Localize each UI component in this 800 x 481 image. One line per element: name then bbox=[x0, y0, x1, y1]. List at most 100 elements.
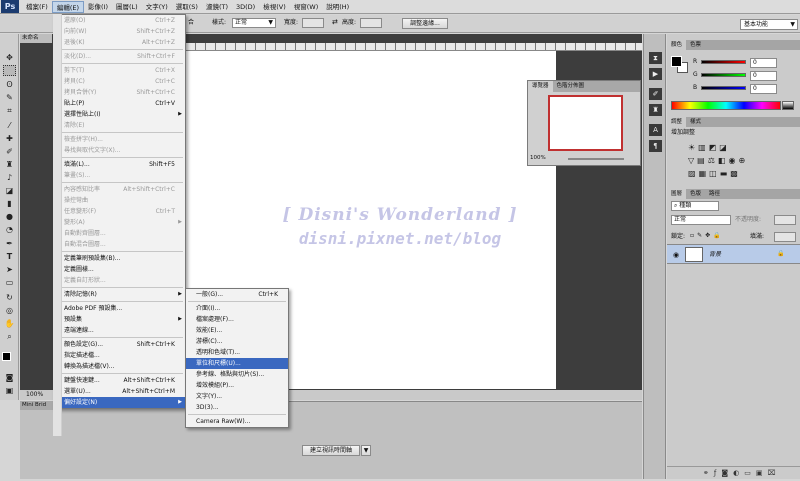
eye-icon[interactable]: ◉ bbox=[673, 251, 679, 259]
adjustment-layer-icon[interactable]: ◐ bbox=[733, 469, 744, 477]
menubar-item-0[interactable]: 檔案(F) bbox=[22, 1, 52, 13]
menubar-item-5[interactable]: 選取(S) bbox=[172, 1, 202, 13]
menu-item[interactable]: 單位和尺標(U)... bbox=[186, 358, 288, 369]
color-channel-slider[interactable] bbox=[701, 60, 746, 64]
chevron-down-icon[interactable]: ▼ bbox=[361, 445, 371, 456]
clone-stamp-tool-icon[interactable]: ♜ bbox=[3, 159, 16, 170]
mask-icon[interactable]: ◙ bbox=[721, 469, 733, 477]
create-video-timeline-button[interactable]: 建立視訊時間軸 bbox=[302, 445, 360, 456]
workspace-select[interactable]: 基本功能 ▼ bbox=[740, 19, 798, 30]
opacity-input[interactable] bbox=[774, 215, 796, 225]
color-channel-slider[interactable] bbox=[701, 86, 746, 90]
menu-item[interactable]: 選擇性貼上(I) ▶ bbox=[54, 109, 185, 120]
refine-edge-button[interactable]: 調整邊緣... bbox=[402, 18, 448, 29]
color-channel-value[interactable]: 0 bbox=[750, 58, 777, 68]
tab-styles[interactable]: 樣式 bbox=[686, 117, 705, 127]
style-select[interactable]: 正常 ▼ bbox=[232, 18, 276, 28]
photo-filter-icon[interactable]: ◉ bbox=[728, 156, 738, 165]
3d-rotate-tool-icon[interactable]: ↻ bbox=[3, 292, 16, 303]
folder-icon[interactable]: ▭ bbox=[744, 469, 756, 477]
color-foreground-swatch[interactable] bbox=[671, 56, 682, 67]
fill-input[interactable] bbox=[774, 232, 796, 242]
menu-item[interactable]: 清除記憶(R) ▶ bbox=[54, 289, 185, 300]
menubar-item-3[interactable]: 圖層(L) bbox=[112, 1, 142, 13]
menu-item[interactable]: Adobe PDF 預設集... bbox=[54, 303, 185, 314]
posterize-icon[interactable]: ▦ bbox=[699, 169, 710, 178]
menu-item[interactable]: 透明和色域(T)... bbox=[186, 347, 288, 358]
menu-item[interactable]: 顏色設定(G)... Shift+Ctrl+K bbox=[54, 339, 185, 350]
lasso-tool-icon[interactable]: ʘ bbox=[3, 79, 16, 90]
navigator-zoom-slider[interactable] bbox=[568, 158, 624, 160]
color-channel-slider[interactable] bbox=[701, 73, 746, 77]
selective-color-icon[interactable]: ▩ bbox=[730, 169, 741, 178]
menu-item[interactable]: 效能(E)... bbox=[186, 325, 288, 336]
gradient-tool-icon[interactable]: ▮ bbox=[3, 198, 16, 209]
blend-mode-select[interactable]: 正常 bbox=[671, 215, 731, 225]
document-tab[interactable]: 未命名 bbox=[20, 34, 52, 43]
menu-item[interactable]: 貼上(P) Ctrl+V bbox=[54, 98, 185, 109]
tab-paths[interactable]: 路徑 bbox=[705, 189, 724, 199]
quick-mask-icon[interactable]: ◙ bbox=[3, 372, 16, 383]
3d-camera-tool-icon[interactable]: ◎ bbox=[3, 305, 16, 316]
move-tool-icon[interactable]: ✥ bbox=[3, 52, 16, 63]
menu-item[interactable]: 定義圖樣... bbox=[54, 264, 185, 275]
lock-icons[interactable]: ▫✎✥🔒 bbox=[690, 232, 724, 240]
menu-item[interactable]: 轉換為描述檔(V)... bbox=[54, 361, 185, 372]
menu-item[interactable]: 3D(3)... bbox=[186, 402, 288, 413]
menu-item[interactable]: 指定描述檔... bbox=[54, 350, 185, 361]
type-tool-icon[interactable]: T bbox=[3, 251, 16, 262]
menubar-item-10[interactable]: 說明(H) bbox=[322, 1, 353, 13]
menu-item[interactable]: 選單(U)... Alt+Shift+Ctrl+M bbox=[54, 386, 185, 397]
character-panel-icon[interactable]: A bbox=[649, 124, 662, 136]
screen-mode-icon[interactable]: ▣ bbox=[3, 385, 16, 396]
black-white-ramp[interactable] bbox=[782, 101, 794, 110]
levels-icon[interactable]: ▥ bbox=[698, 143, 709, 152]
swap-icon[interactable]: ⇄ bbox=[332, 18, 338, 26]
menu-item[interactable]: 游標(C)... bbox=[186, 336, 288, 347]
healing-brush-tool-icon[interactable]: ✚ bbox=[3, 133, 16, 144]
zoom-tool-icon[interactable]: ⌕ bbox=[3, 331, 16, 342]
color-spectrum-bar[interactable] bbox=[671, 101, 781, 110]
threshold-icon[interactable]: ◫ bbox=[709, 169, 720, 178]
hue-saturation-icon[interactable]: ▤ bbox=[697, 156, 708, 165]
history-panel-icon[interactable]: ⧗ bbox=[649, 52, 662, 64]
tab-swatches[interactable]: 色票 bbox=[686, 40, 705, 50]
menubar-item-1[interactable]: 編輯(E) bbox=[51, 0, 84, 13]
color-channel-value[interactable]: 0 bbox=[750, 84, 777, 94]
layer-row-background[interactable]: ◉ 背景 🔒 bbox=[667, 244, 800, 264]
black-white-icon[interactable]: ◧ bbox=[718, 156, 729, 165]
width-input[interactable] bbox=[302, 18, 324, 28]
menu-item[interactable]: 一般(G)... Ctrl+K bbox=[186, 289, 288, 300]
layer-kind-filter[interactable]: ⌕ 種類 bbox=[671, 201, 719, 211]
menu-item[interactable]: 填滿(L)... Shift+F5 bbox=[54, 159, 185, 170]
exposure-icon[interactable]: ◪ bbox=[719, 143, 730, 152]
quick-select-tool-icon[interactable]: ✎ bbox=[3, 92, 16, 103]
tab-navigator[interactable]: 導覽器 bbox=[528, 81, 553, 92]
navigator-thumbnail[interactable] bbox=[548, 95, 623, 151]
paragraph-panel-icon[interactable]: ¶ bbox=[649, 140, 662, 152]
color-channel-value[interactable]: 0 bbox=[750, 71, 777, 81]
gradient-map-icon[interactable]: ▬ bbox=[720, 169, 731, 178]
dodge-tool-icon[interactable]: ◔ bbox=[3, 224, 16, 235]
blur-tool-icon[interactable]: ● bbox=[3, 211, 16, 222]
marquee-tool-icon[interactable] bbox=[3, 65, 16, 76]
brightness-icon[interactable]: ☀ bbox=[688, 143, 698, 152]
history-brush-tool-icon[interactable]: ♪ bbox=[3, 172, 16, 183]
tab-histogram[interactable]: 色階分佈圖 bbox=[553, 81, 589, 92]
channel-mixer-icon[interactable]: ⊕ bbox=[738, 156, 748, 165]
document-zoom-value[interactable]: 100% bbox=[26, 391, 43, 398]
tab-color[interactable]: 顏色 bbox=[667, 40, 687, 50]
menu-item[interactable]: 增效模組(P)... bbox=[186, 380, 288, 391]
menu-item[interactable]: Camera Raw(W)... bbox=[186, 416, 288, 427]
menubar-item-8[interactable]: 檢視(V) bbox=[259, 1, 290, 13]
menubar-item-9[interactable]: 視窗(W) bbox=[290, 1, 323, 13]
eraser-tool-icon[interactable]: ◪ bbox=[3, 185, 16, 196]
path-selection-tool-icon[interactable]: ➤ bbox=[3, 264, 16, 275]
eyedropper-tool-icon[interactable]: ⁄ bbox=[3, 120, 16, 131]
menu-item[interactable]: 檔案處理(F)... bbox=[186, 314, 288, 325]
new-layer-icon[interactable]: ▣ bbox=[756, 469, 768, 477]
menu-item[interactable]: 偏好設定(N) ▶ bbox=[54, 397, 185, 408]
brush-presets-panel-icon[interactable]: ✐ bbox=[649, 88, 662, 100]
tab-adjustments[interactable]: 調整 bbox=[667, 117, 687, 127]
navigator-zoom-value[interactable]: 100% bbox=[530, 155, 546, 161]
